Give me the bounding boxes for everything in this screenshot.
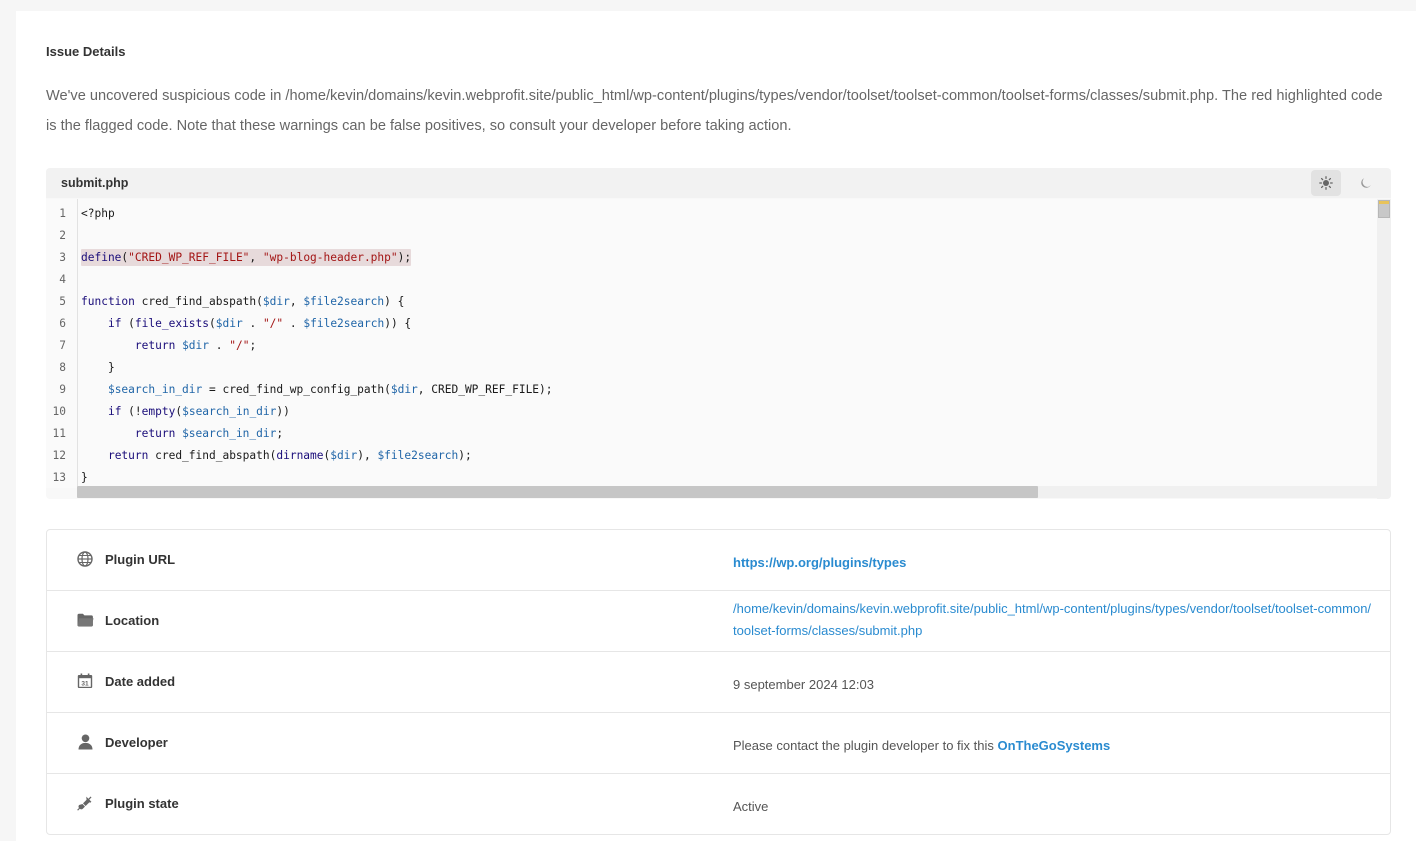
info-row-plugin-state: Plugin state Active bbox=[47, 774, 1390, 834]
line-number: 12 bbox=[52, 449, 66, 462]
plugin-state-value: Active bbox=[733, 799, 769, 814]
code-line-text: } bbox=[81, 361, 115, 374]
code-line: 8 } bbox=[46, 357, 1377, 379]
code-line: 11 return $search_in_dir; bbox=[46, 423, 1377, 445]
developer-link[interactable]: OnTheGoSystems bbox=[998, 738, 1111, 753]
code-filename: submit.php bbox=[61, 176, 129, 190]
code-viewer: submit.php 1 <?php 2 3 define("CRED_WP_R… bbox=[46, 168, 1391, 499]
vertical-scroll-thumb[interactable] bbox=[1378, 200, 1390, 218]
horizontal-scroll-thumb[interactable] bbox=[77, 486, 1038, 498]
dark-theme-button[interactable] bbox=[1351, 170, 1381, 196]
code-line: 2 bbox=[46, 225, 1377, 247]
code-line: 1 <?php bbox=[46, 203, 1377, 225]
horizontal-scrollbar[interactable] bbox=[77, 486, 1377, 498]
line-number: 13 bbox=[52, 471, 66, 484]
sun-icon bbox=[1319, 176, 1333, 190]
plugin-state-label: Plugin state bbox=[105, 796, 179, 811]
line-number: 8 bbox=[59, 361, 66, 374]
globe-icon bbox=[76, 550, 94, 568]
moon-icon bbox=[1361, 178, 1371, 188]
line-number: 4 bbox=[59, 273, 66, 286]
code-line-text: $search_in_dir = cred_find_wp_config_pat… bbox=[107, 383, 553, 396]
line-number: 3 bbox=[59, 251, 66, 264]
code-line-text: } bbox=[81, 471, 88, 484]
plug-icon bbox=[76, 794, 94, 812]
developer-value: Please contact the plugin developer to f… bbox=[733, 735, 1373, 757]
line-number: 10 bbox=[52, 405, 66, 418]
flagged-code-highlight: define("CRED_WP_REF_FILE", "wp-blog-head… bbox=[81, 249, 412, 266]
issue-details-panel: Issue Details We've uncovered suspicious… bbox=[16, 11, 1416, 841]
code-line-text: return $dir . "/"; bbox=[134, 339, 257, 352]
plugin-url-link[interactable]: https://wp.org/plugins/types bbox=[733, 552, 1373, 574]
section-title: Issue Details bbox=[46, 44, 126, 59]
info-row-date-added: 31 Date added 9 september 2024 12:03 bbox=[47, 652, 1390, 713]
line-number: 6 bbox=[59, 317, 66, 330]
light-theme-button[interactable] bbox=[1311, 170, 1341, 196]
svg-text:31: 31 bbox=[81, 681, 89, 688]
code-line: 10 if (!empty($search_in_dir)) bbox=[46, 401, 1377, 423]
user-icon bbox=[76, 733, 94, 751]
calendar-icon: 31 bbox=[76, 672, 94, 690]
code-line-text: if (file_exists($dir . "/" . $file2searc… bbox=[107, 317, 412, 330]
code-line-text: if (!empty($search_in_dir)) bbox=[107, 405, 290, 418]
line-number: 5 bbox=[59, 295, 66, 308]
line-number: 7 bbox=[59, 339, 66, 352]
code-line: 7 return $dir . "/"; bbox=[46, 335, 1377, 357]
line-number: 2 bbox=[59, 229, 66, 242]
code-line-text: return cred_find_abspath(dirname($dir), … bbox=[107, 449, 472, 462]
code-line: 3 define("CRED_WP_REF_FILE", "wp-blog-hea… bbox=[46, 247, 1377, 269]
code-line: 6 if (file_exists($dir . "/" . $file2sea… bbox=[46, 313, 1377, 335]
developer-label: Developer bbox=[105, 735, 168, 750]
code-line-text: return $search_in_dir; bbox=[134, 427, 284, 440]
plugin-url-label: Plugin URL bbox=[105, 552, 176, 567]
info-row-developer: Developer Please contact the plugin deve… bbox=[47, 713, 1390, 774]
folder-icon bbox=[76, 611, 94, 629]
info-row-location: Location /home/kevin/domains/kevin.webpr… bbox=[47, 591, 1390, 652]
line-number: 11 bbox=[52, 427, 66, 440]
date-added-label: Date added bbox=[105, 674, 176, 689]
code-line-text: define("CRED_WP_REF_FILE", "wp-blog-head… bbox=[81, 247, 412, 269]
code-line: 4 bbox=[46, 269, 1377, 291]
code-line: 9 $search_in_dir = cred_find_wp_config_p… bbox=[46, 379, 1377, 401]
developer-contact-text: Please contact the plugin developer to f… bbox=[733, 738, 994, 753]
code-line: 5 function cred_find_abspath($dir, $file2… bbox=[46, 291, 1377, 313]
vertical-scrollbar[interactable] bbox=[1377, 199, 1391, 499]
plugin-info-table: Plugin URL https://wp.org/plugins/types … bbox=[46, 529, 1391, 835]
code-line-text: function cred_find_abspath($dir, $file2s… bbox=[81, 295, 405, 308]
code-line: 12 return cred_find_abspath(dirname($dir… bbox=[46, 445, 1377, 467]
code-body[interactable]: 1 <?php 2 3 define("CRED_WP_REF_FILE", "wp-b… bbox=[46, 199, 1377, 488]
line-number: 1 bbox=[59, 207, 66, 220]
date-added-value: 9 september 2024 12:03 bbox=[733, 677, 874, 692]
location-label: Location bbox=[105, 613, 160, 628]
code-line-text: <?php bbox=[81, 207, 115, 220]
code-header: submit.php bbox=[46, 168, 1391, 198]
code-line: 13} bbox=[46, 467, 1377, 488]
issue-description: We've uncovered suspicious code in /home… bbox=[46, 88, 1383, 134]
info-row-plugin-url: Plugin URL https://wp.org/plugins/types bbox=[47, 530, 1390, 591]
line-number: 9 bbox=[59, 383, 66, 396]
location-link[interactable]: /home/kevin/domains/kevin.webprofit.site… bbox=[733, 598, 1373, 642]
